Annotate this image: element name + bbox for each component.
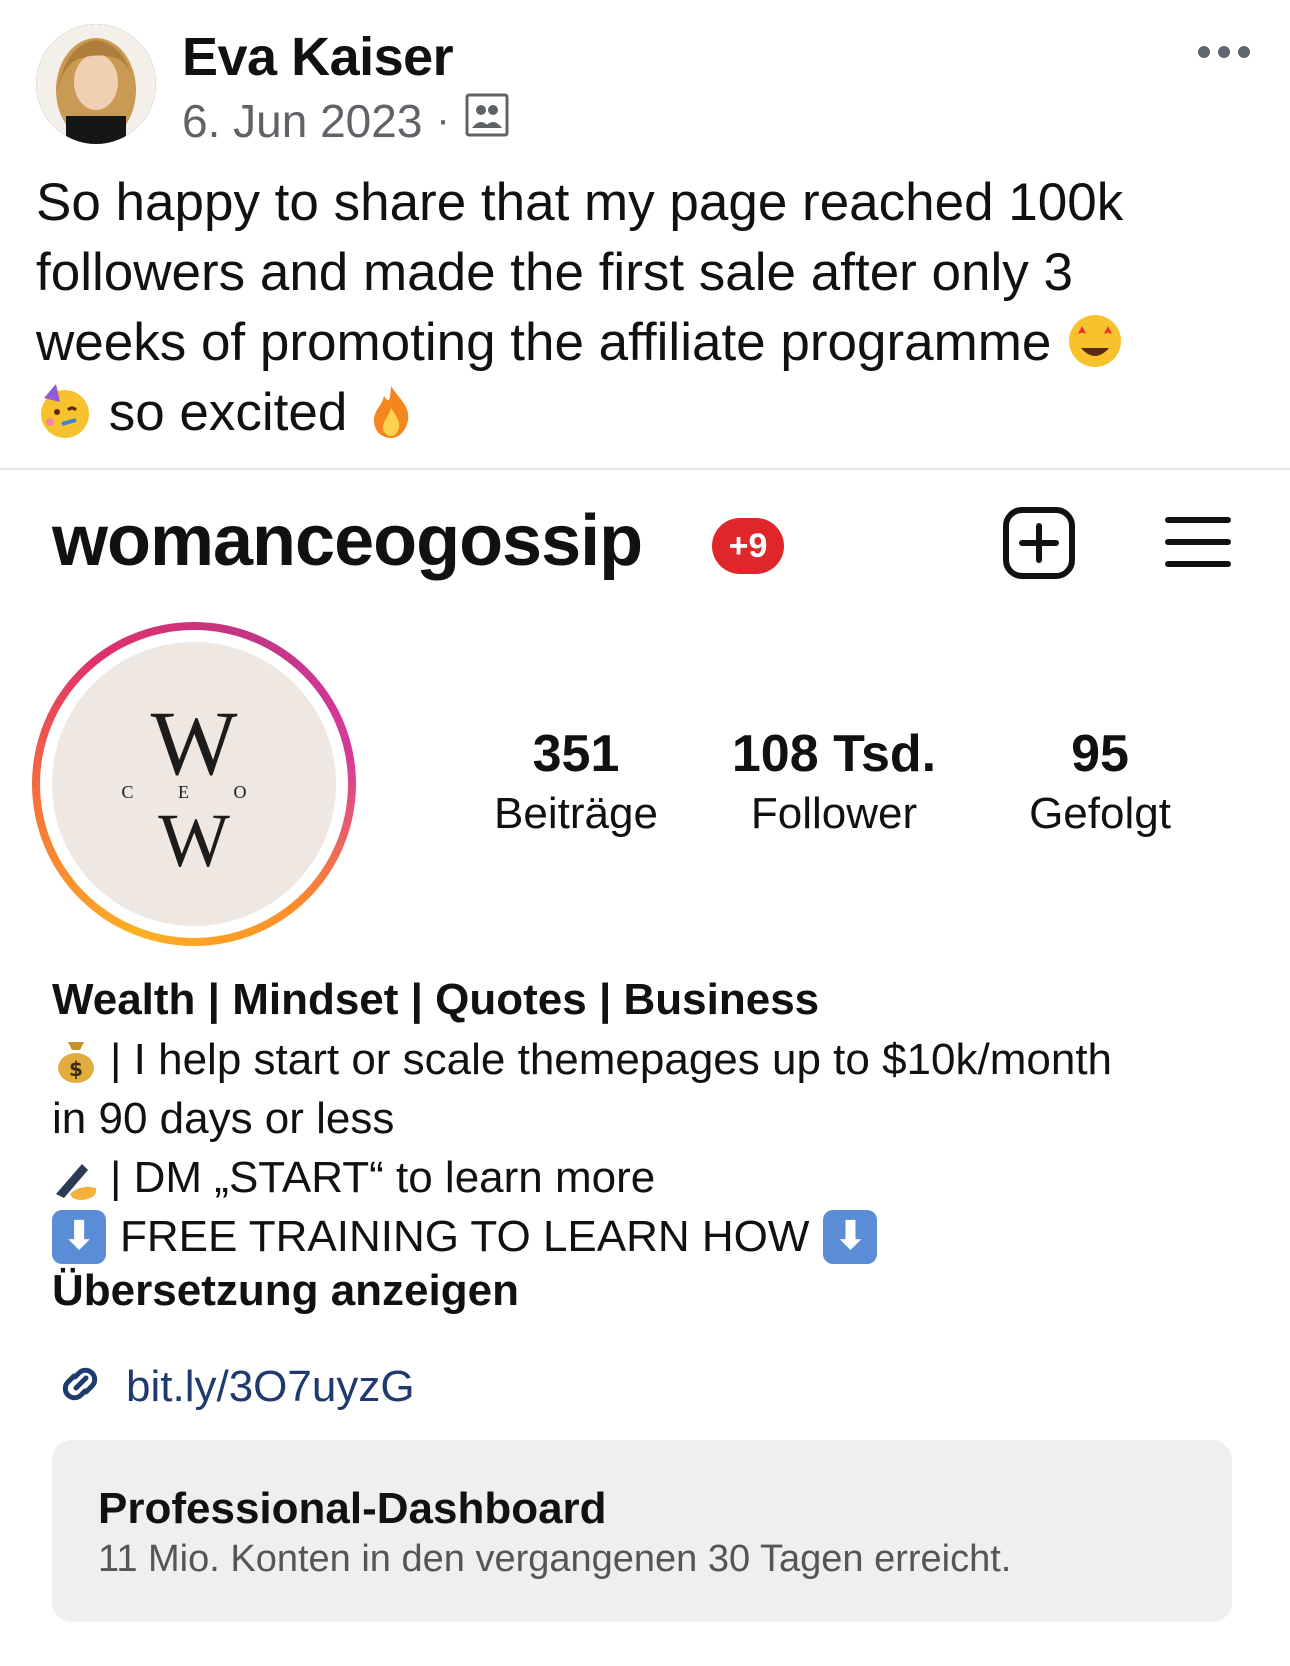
post-date[interactable]: 6. Jun 2023 — [182, 94, 422, 148]
post-text-line: followers and made the first sale after … — [36, 243, 1073, 302]
partying-face-emoji — [36, 382, 94, 440]
meta-separator: · — [436, 98, 450, 142]
profile-picture: W C E O W — [52, 642, 336, 926]
more-options-icon[interactable] — [1198, 46, 1250, 58]
post-divider — [0, 468, 1290, 470]
show-translation-link: Übersetzung anzeigen — [52, 1266, 519, 1315]
dashboard-title: Professional-Dashboard — [98, 1484, 607, 1533]
money-bag-icon: $ — [52, 1036, 100, 1084]
post-text: So happy to share that my page reached 1… — [36, 168, 1266, 448]
link-icon — [52, 1356, 108, 1417]
author-avatar[interactable] — [36, 24, 156, 144]
post-meta: 6. Jun 2023 · — [182, 92, 510, 149]
stat-value: 108 Tsd. — [731, 725, 937, 783]
logo-bottom-letter: W — [158, 799, 230, 883]
stat-label: Follower — [750, 789, 918, 838]
down-arrow-icon: ⬇ — [52, 1209, 106, 1264]
bio-line: in 90 days or less — [52, 1094, 395, 1143]
stat-following: 95 Gefolgt — [970, 724, 1230, 844]
stat-value: 351 — [532, 725, 620, 783]
post-text-line: weeks of promoting the affiliate program… — [36, 308, 1266, 378]
post-text-line: So happy to share that my page reached 1… — [36, 173, 1124, 232]
link-url: bit.ly/3O7uyzG — [126, 1361, 415, 1411]
svg-text:$: $ — [69, 1057, 83, 1081]
stat-label: Gefolgt — [1029, 789, 1171, 838]
stat-value: 95 — [1071, 725, 1129, 783]
contacts-icon — [464, 92, 510, 149]
stat-followers: 108 Tsd. Follower — [704, 724, 964, 844]
hamburger-menu-icon — [1164, 512, 1232, 572]
instagram-username: womanceogossip — [52, 501, 643, 581]
fire-emoji — [362, 382, 420, 440]
bio-line: $ | I help start or scale themepages up … — [52, 1030, 1252, 1089]
bio-text: $ | I help start or scale themepages up … — [52, 1030, 1252, 1266]
stat-posts: 351 Beiträge — [446, 724, 706, 844]
bio-line: | DM „START“ to learn more — [52, 1148, 1252, 1207]
author-name[interactable]: Eva Kaiser — [182, 26, 454, 88]
bio-line: ⬇ FREE TRAINING TO LEARN HOW ⬇ — [52, 1207, 1252, 1266]
down-arrow-icon: ⬇ — [823, 1209, 878, 1264]
notification-badge: +9 — [712, 518, 784, 574]
writing-hand-icon — [52, 1154, 100, 1202]
logo-top-letter: W — [151, 692, 238, 794]
profile-link: bit.ly/3O7uyzG — [52, 1356, 415, 1417]
post-text-line: so excited — [36, 378, 1266, 448]
stat-label: Beiträge — [494, 789, 658, 838]
add-post-icon — [1002, 506, 1076, 580]
star-struck-emoji — [1066, 312, 1124, 370]
bio-title: Wealth | Mindset | Quotes | Business — [52, 975, 820, 1024]
dashboard-subtitle: 11 Mio. Konten in den vergangenen 30 Tag… — [98, 1538, 1012, 1580]
